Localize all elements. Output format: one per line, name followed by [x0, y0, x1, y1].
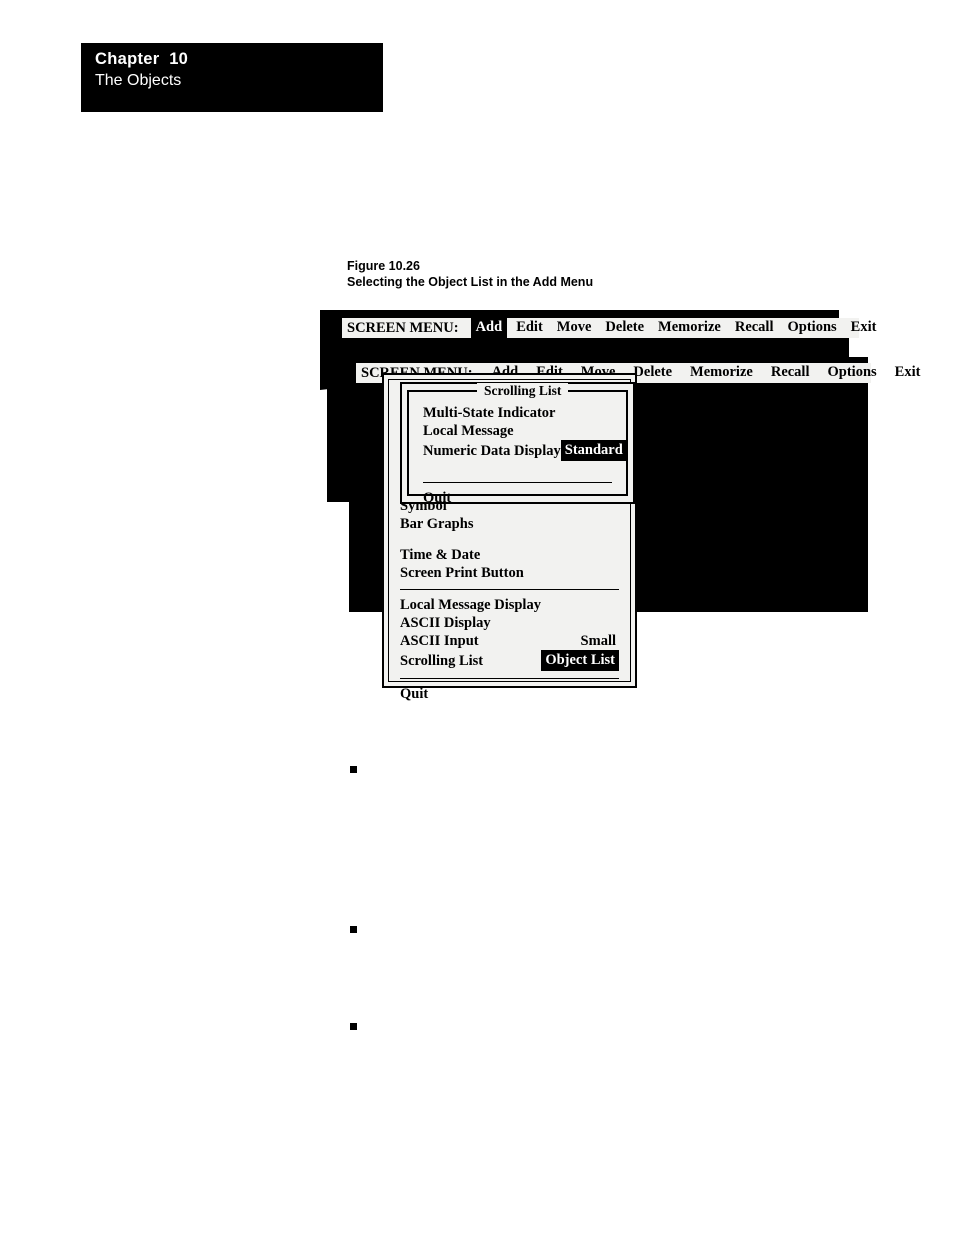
menubar-top-item-options[interactable]: Options: [783, 318, 842, 338]
figure-caption: Figure 10.26 Selecting the Object List i…: [347, 258, 593, 290]
add-menu-item-scrolling-list-value-selected[interactable]: Object List: [541, 650, 619, 671]
chapter-subtitle: The Objects: [95, 72, 182, 89]
figure-number: Figure 10.26: [347, 259, 420, 273]
menubar-top-item-edit[interactable]: Edit: [511, 318, 548, 338]
menubar-second-item-recall[interactable]: Recall: [766, 363, 815, 383]
menubar-second-item-options[interactable]: Options: [823, 363, 882, 383]
menubar-second-item-exit[interactable]: Exit: [890, 363, 926, 383]
menubar-top-title: SCREEN MENU:: [347, 319, 459, 336]
add-menu-item-scrolling-list-label: Scrolling List: [400, 652, 484, 669]
body-bullet-3: [350, 1023, 357, 1030]
menubar-top-item-memorize[interactable]: Memorize: [653, 318, 726, 338]
scrolling-list-option-list: Multi-State Indicator Local Message Nume…: [409, 404, 627, 507]
scrolling-list-item-numeric-data-display-value-selected[interactable]: Standard: [560, 440, 627, 461]
menubar-top-item-recall[interactable]: Recall: [730, 318, 779, 338]
add-menu-item-bar-graphs[interactable]: Bar Graphs: [400, 515, 619, 533]
add-menu-item-ascii-input[interactable]: ASCII Input Small: [400, 632, 619, 650]
add-menu-item-local-message-display[interactable]: Local Message Display: [400, 596, 619, 614]
figure-title: Selecting the Object List in the Add Men…: [347, 275, 594, 289]
add-menu-item-ascii-display-label: ASCII Display: [400, 615, 491, 631]
add-menu-item-time-and-date[interactable]: Time & Date: [400, 546, 619, 564]
body-bullet-2: [350, 926, 357, 933]
scrolling-list-item-local-message[interactable]: Local Message: [423, 422, 612, 440]
chapter-number: Chapter 10: [95, 50, 189, 68]
menubar-top-item-exit[interactable]: Exit: [846, 318, 882, 338]
add-menu-item-ascii-input-value[interactable]: Small: [578, 632, 619, 650]
add-menu-item-screen-print-button-label: Screen Print Button: [400, 565, 524, 581]
menubar-second-item-memorize[interactable]: Memorize: [685, 363, 758, 383]
menubar-top[interactable]: SCREEN MENU: Add Edit Move Delete Memori…: [342, 318, 876, 338]
menubar-top-item-delete[interactable]: Delete: [600, 318, 649, 338]
body-bullet-1: [350, 766, 357, 773]
add-menu-divider-two: [400, 678, 619, 679]
scrolling-list-item-numeric-data-display-label: Numeric Data Display: [423, 442, 561, 459]
figure-artwork: SCREEN MENU: Add Edit Move Delete Memori…: [320, 310, 920, 703]
add-menu-item-ascii-display[interactable]: ASCII Display: [400, 614, 619, 632]
scrolling-list-item-quit-label: Quit: [423, 490, 452, 506]
add-menu-item-quit[interactable]: Quit: [400, 685, 619, 703]
add-menu-item-time-and-date-label: Time & Date: [400, 547, 481, 563]
add-menu-item-bar-graphs-label: Bar Graphs: [400, 516, 474, 532]
menubar-top-item-move[interactable]: Move: [552, 318, 597, 338]
menubar-top-item-add[interactable]: Add: [470, 318, 508, 338]
scrolling-list-item-multi-state-indicator-label: Multi-State Indicator: [423, 405, 556, 421]
add-menu-divider-one: [400, 589, 619, 590]
add-menu-item-quit-label: Quit: [400, 686, 429, 702]
add-menu-item-ascii-input-label: ASCII Input: [400, 633, 479, 649]
chapter-header: Chapter 10 The Objects: [81, 43, 383, 112]
scrolling-list-item-numeric-data-display[interactable]: Numeric Data Display Standard: [423, 440, 627, 461]
scrolling-list-divider: [423, 482, 612, 483]
add-menu-item-local-message-display-label: Local Message Display: [400, 597, 541, 613]
add-menu-item-scrolling-list[interactable]: Scrolling List Object List: [400, 650, 619, 671]
scrolling-list-dialog: Scrolling List Multi-State Indicator Loc…: [400, 382, 635, 506]
scrolling-list-dialog-frame: Scrolling List Multi-State Indicator Loc…: [407, 383, 628, 506]
scrolling-list-item-multi-state-indicator[interactable]: Multi-State Indicator: [423, 404, 612, 422]
add-menu-spacer-one: [400, 533, 619, 546]
scrolling-list-dialog-legend: Scrolling List: [477, 383, 569, 399]
scrolling-list-item-quit[interactable]: Quit: [423, 489, 612, 507]
add-menu-item-list: Symbol Bar Graphs Time & Date Screen Pri…: [384, 497, 635, 703]
add-menu-item-screen-print-button[interactable]: Screen Print Button: [400, 564, 619, 582]
scrolling-list-item-local-message-label: Local Message: [423, 423, 514, 439]
